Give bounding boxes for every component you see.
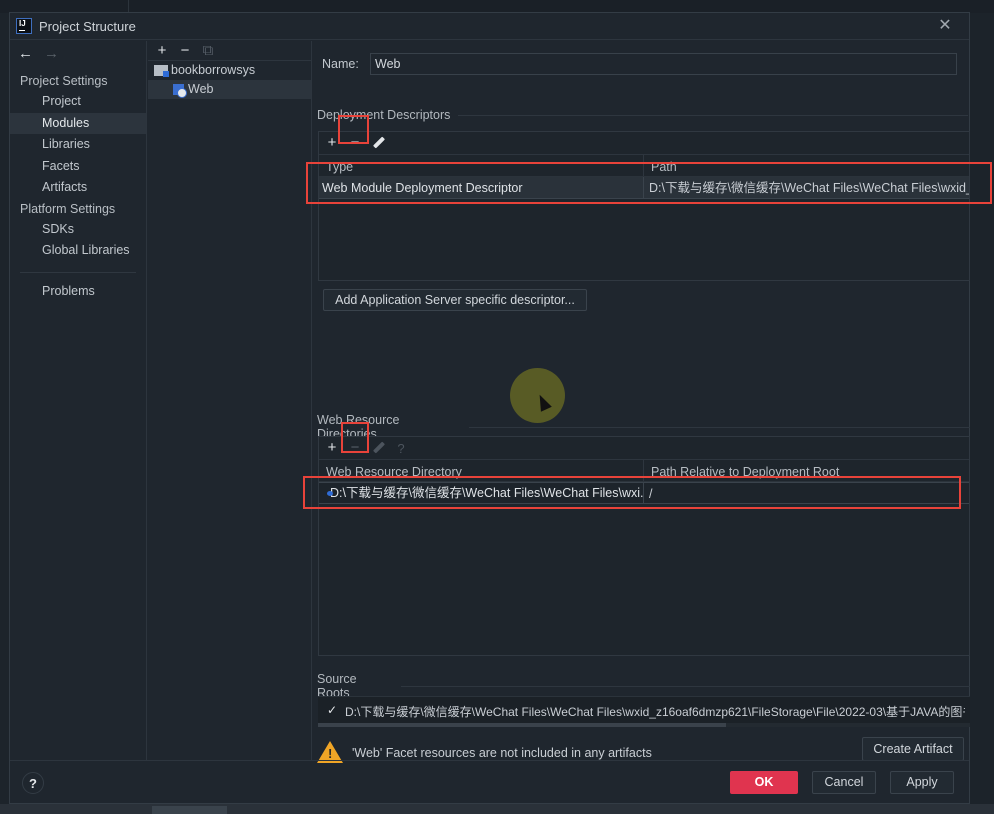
create-artifact-button[interactable]: Create Artifact	[862, 737, 964, 761]
copy-icon[interactable]: ⧉	[201, 43, 215, 58]
nav-item-global-libraries[interactable]: Global Libraries	[10, 240, 146, 262]
deployment-descriptors-panel: + − Type Path Web Module Deployment Desc…	[318, 131, 970, 281]
column-header-type[interactable]: Type	[319, 155, 644, 176]
edit-pencil-icon[interactable]	[371, 136, 385, 150]
nav-item-libraries[interactable]: Libraries	[10, 134, 146, 156]
project-structure-dialog: IJ Project Structure ✕ ← → Project Setti…	[9, 12, 970, 804]
module-tree: + − ⧉ bookborrowsys Web	[148, 41, 312, 760]
tree-toolbar: + − ⧉	[148, 41, 311, 61]
add-server-descriptor-button[interactable]: Add Application Server specific descript…	[323, 289, 587, 311]
cell-directory: D:\下载与缓存\微信缓存\WeChat Files\WeChat Files\…	[319, 483, 644, 503]
title-bar: IJ Project Structure ✕	[10, 13, 969, 40]
nav-group-platform-settings: Platform Settings	[20, 201, 116, 216]
column-header-relative-path[interactable]: Path Relative to Deployment Root	[644, 460, 969, 481]
name-input[interactable]	[370, 53, 957, 75]
name-row: Name:	[322, 53, 957, 75]
dialog-title: Project Structure	[39, 18, 136, 34]
remove-icon[interactable]: −	[348, 135, 362, 150]
tree-item-web[interactable]: Web	[148, 80, 311, 99]
tree-item-bookborrowsys[interactable]: bookborrowsys	[148, 61, 311, 80]
column-header-web-resource-directory[interactable]: Web Resource Directory	[319, 460, 644, 481]
close-icon[interactable]: ✕	[937, 18, 953, 34]
intellij-logo-icon: IJ	[16, 18, 32, 34]
nav-separator	[20, 271, 136, 273]
nav-item-modules[interactable]: Modules	[10, 112, 146, 134]
warning-text: 'Web' Facet resources are not included i…	[352, 746, 652, 760]
module-folder-icon	[154, 65, 169, 77]
section-title: Deployment Descriptors	[317, 108, 451, 122]
settings-nav: ← → Project Settings Project Modules Lib…	[10, 41, 147, 760]
forward-arrow-icon[interactable]: →	[44, 45, 60, 62]
nav-item-problems[interactable]: Problems	[10, 281, 146, 303]
nav-item-artifacts[interactable]: Artifacts	[10, 177, 146, 199]
horizontal-scrollbar-thumb[interactable]	[318, 723, 726, 727]
cell-relative-path: /	[649, 487, 653, 501]
cancel-button[interactable]: Cancel	[812, 771, 876, 794]
section-divider	[469, 426, 970, 428]
add-icon[interactable]: +	[325, 440, 339, 455]
deployment-descriptors-header: Deployment Descriptors	[317, 108, 969, 122]
add-icon[interactable]: +	[155, 43, 169, 58]
table-row[interactable]: Web Module Deployment Descriptor D:\下载与缓…	[319, 177, 969, 199]
ok-button[interactable]: OK	[730, 771, 798, 794]
help-button[interactable]: ?	[22, 772, 44, 794]
horizontal-scrollbar-track[interactable]	[726, 723, 970, 727]
cell-type: Web Module Deployment Descriptor	[319, 177, 644, 198]
remove-icon[interactable]: −	[348, 440, 362, 455]
web-facet-icon	[173, 84, 187, 98]
name-label: Name:	[322, 57, 359, 71]
dd-toolbar: + −	[319, 132, 969, 155]
add-icon[interactable]: +	[325, 135, 339, 150]
back-arrow-icon[interactable]: ←	[18, 45, 34, 62]
source-root-path: D:\下载与缓存\微信缓存\WeChat Files\WeChat Files\…	[345, 705, 965, 719]
wrd-table-header: Web Resource Directory Path Relative to …	[319, 460, 969, 482]
remove-icon[interactable]: −	[178, 43, 192, 58]
web-resource-directories-panel: + − ? Web Resource Directory Path Relati…	[318, 436, 970, 656]
dd-table-header: Type Path	[319, 155, 969, 177]
apply-button[interactable]: Apply	[890, 771, 954, 794]
edit-pencil-icon[interactable]	[371, 441, 385, 455]
dialog-footer: ? OK Cancel Apply	[10, 760, 969, 804]
nav-group-project-settings: Project Settings	[20, 74, 108, 88]
table-row[interactable]: D:\下载与缓存\微信缓存\WeChat Files\WeChat Files\…	[319, 482, 969, 504]
ide-right-panel	[970, 13, 994, 814]
tree-item-label: bookborrowsys	[171, 63, 256, 77]
facet-editor: Name: Deployment Descriptors + − Type Pa…	[313, 41, 970, 763]
cell-path: D:\下载与缓存\微信缓存\WeChat Files\WeChat Files\…	[649, 181, 969, 195]
cell-directory-text: D:\下载与缓存\微信缓存\WeChat Files\WeChat Files\…	[330, 486, 644, 500]
nav-item-sdks[interactable]: SDKs	[10, 219, 146, 241]
source-root-checkbox[interactable]: ✓	[327, 703, 337, 717]
wrd-toolbar: + − ?	[319, 437, 969, 460]
nav-item-facets[interactable]: Facets	[10, 156, 146, 178]
section-divider	[458, 114, 969, 116]
tree-item-label: Web	[188, 82, 214, 96]
source-root-item[interactable]: ✓ D:\下载与缓存\微信缓存\WeChat Files\WeChat File…	[318, 696, 970, 726]
section-divider	[400, 685, 970, 687]
ide-status-highlight	[152, 806, 227, 814]
help-icon[interactable]: ?	[394, 441, 408, 456]
nav-item-project[interactable]: Project	[10, 91, 146, 113]
ide-status-bar	[0, 804, 994, 814]
column-header-path[interactable]: Path	[644, 155, 969, 176]
nav-history: ← →	[10, 41, 146, 65]
